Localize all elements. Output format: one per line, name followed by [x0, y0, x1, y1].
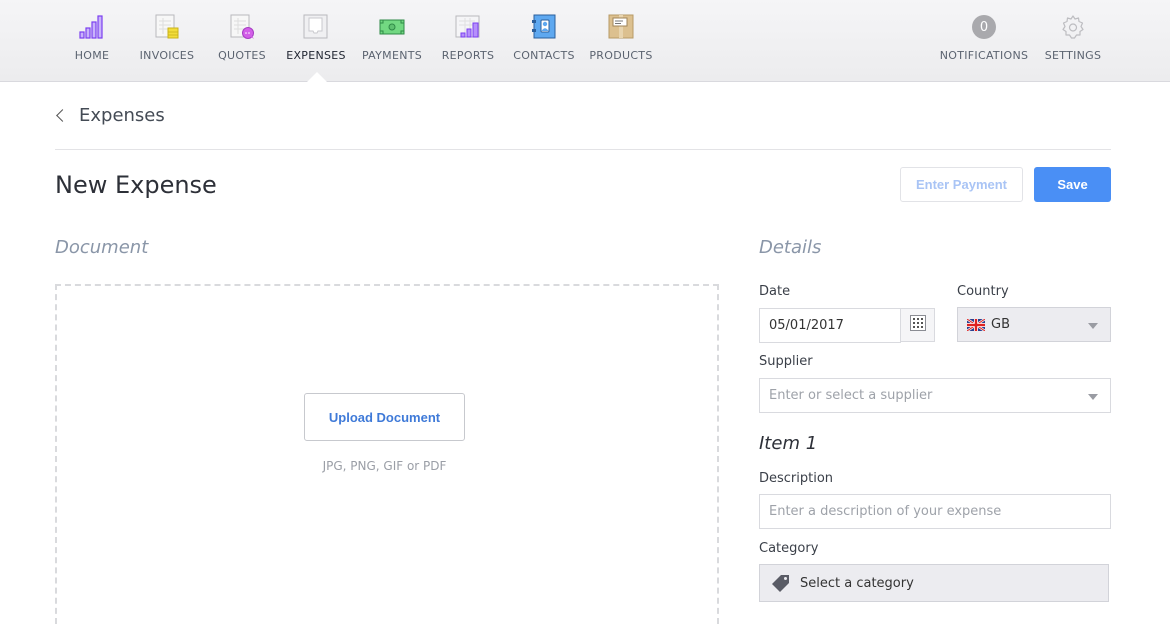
- category-select[interactable]: Select a category: [759, 564, 1109, 602]
- notification-count: 0: [972, 15, 996, 39]
- back-to-expenses-link[interactable]: Expenses: [55, 105, 165, 126]
- top-navigation: HOME INVOICES QUOTES EXPENSES PAYMENTS R…: [0, 0, 1170, 82]
- nav-notifications-label: NOTIFICATIONS: [939, 49, 1029, 62]
- package-box-icon: [608, 14, 634, 40]
- uk-flag-icon: [967, 318, 985, 331]
- nav-products-label: PRODUCTS: [589, 49, 653, 62]
- details-heading: Details: [759, 237, 822, 258]
- enter-payment-button[interactable]: Enter Payment: [900, 167, 1023, 202]
- nav-reports-label: REPORTS: [441, 49, 495, 62]
- tag-icon: [772, 574, 790, 592]
- nav-contacts[interactable]: CONTACTS: [513, 14, 575, 76]
- date-input[interactable]: 05/01/2017: [759, 308, 901, 343]
- banknote-icon: [379, 14, 405, 40]
- nav-products[interactable]: PRODUCTS: [589, 14, 653, 76]
- page-title: New Expense: [55, 171, 217, 199]
- gear-icon: [1060, 14, 1086, 40]
- breadcrumb-label: Expenses: [79, 105, 165, 126]
- nav-expenses[interactable]: EXPENSES: [286, 14, 346, 76]
- notification-badge-icon: 0: [971, 14, 997, 40]
- nav-quotes-label: QUOTES: [218, 49, 266, 62]
- category-placeholder: Select a category: [800, 575, 914, 591]
- header-divider: [55, 149, 1111, 150]
- nav-notifications[interactable]: 0 NOTIFICATIONS: [940, 14, 1028, 76]
- date-label: Date: [759, 284, 791, 299]
- document-heading: Document: [55, 237, 149, 258]
- supplier-label: Supplier: [759, 354, 813, 369]
- nav-home-label: HOME: [74, 49, 110, 62]
- category-label: Category: [759, 541, 819, 556]
- nav-expenses-label: EXPENSES: [286, 49, 346, 62]
- chevron-left-icon: [56, 109, 69, 122]
- supplier-input[interactable]: Enter or select a supplier: [759, 378, 1111, 413]
- nav-home[interactable]: HOME: [72, 14, 112, 76]
- country-value: GB: [991, 317, 1010, 332]
- description-label: Description: [759, 471, 834, 486]
- item-heading: Item 1: [759, 433, 818, 454]
- description-placeholder: Enter a description of your expense: [769, 504, 1002, 519]
- address-book-icon: [531, 14, 557, 40]
- nav-payments-label: PAYMENTS: [361, 49, 423, 62]
- nav-settings-label: SETTINGS: [1044, 49, 1102, 62]
- country-label: Country: [957, 284, 1009, 299]
- invoice-icon: [154, 14, 180, 40]
- document-dropzone[interactable]: [55, 284, 719, 624]
- quote-icon: [229, 14, 255, 40]
- nav-payments[interactable]: PAYMENTS: [362, 14, 422, 76]
- upload-file-types-hint: JPG, PNG, GIF or PDF: [322, 459, 447, 473]
- inbox-tray-icon: [303, 14, 329, 40]
- chevron-down-icon: [1088, 323, 1098, 329]
- nav-settings[interactable]: SETTINGS: [1045, 14, 1101, 76]
- nav-invoices-label: INVOICES: [139, 49, 195, 62]
- chevron-down-icon: [1088, 394, 1098, 400]
- calendar-icon: [909, 315, 926, 335]
- nav-reports[interactable]: REPORTS: [442, 14, 494, 76]
- active-tab-indicator: [307, 72, 327, 82]
- calendar-button[interactable]: [900, 308, 935, 342]
- nav-contacts-label: CONTACTS: [513, 49, 575, 62]
- nav-invoices[interactable]: INVOICES: [138, 14, 196, 76]
- nav-quotes[interactable]: QUOTES: [216, 14, 268, 76]
- supplier-placeholder: Enter or select a supplier: [769, 388, 933, 403]
- date-value: 05/01/2017: [769, 318, 844, 333]
- report-chart-icon: [455, 14, 481, 40]
- bar-chart-icon: [79, 14, 105, 40]
- upload-document-button[interactable]: Upload Document: [304, 393, 465, 441]
- country-select[interactable]: GB: [957, 307, 1111, 342]
- description-input[interactable]: Enter a description of your expense: [759, 494, 1111, 529]
- save-button[interactable]: Save: [1034, 167, 1111, 202]
